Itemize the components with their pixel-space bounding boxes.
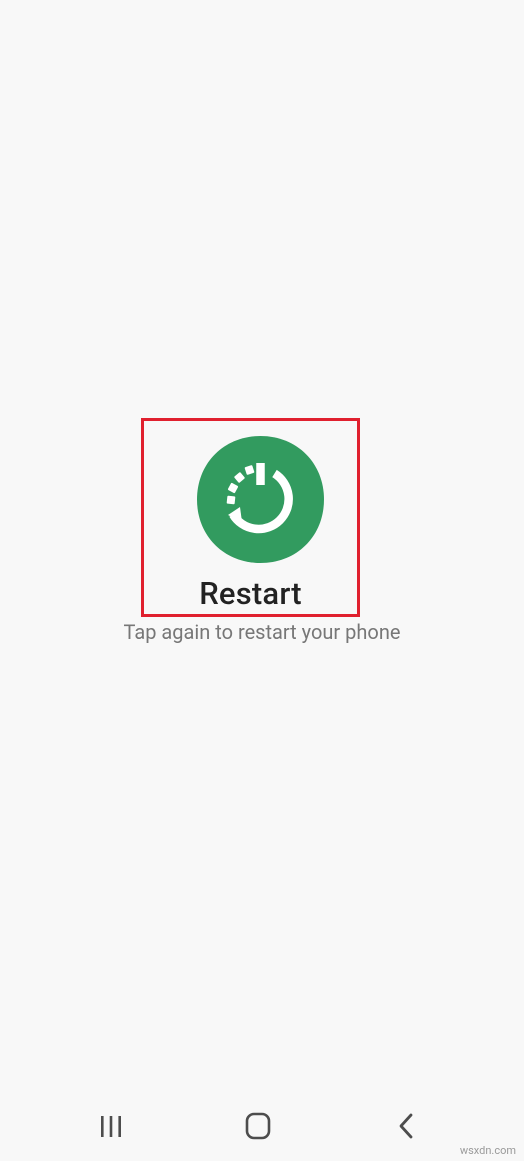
system-navigation-bar bbox=[0, 1095, 524, 1161]
home-icon[interactable] bbox=[238, 1109, 278, 1143]
recents-icon[interactable] bbox=[91, 1109, 131, 1143]
restart-button[interactable]: Restart bbox=[144, 421, 357, 614]
restart-icon bbox=[197, 436, 324, 563]
restart-hint-text: Tap again to restart your phone bbox=[123, 620, 401, 644]
back-icon[interactable] bbox=[386, 1109, 426, 1143]
restart-label: Restart bbox=[199, 575, 302, 612]
watermark: wsxdn.com bbox=[459, 1144, 516, 1157]
restart-highlight-box: Restart bbox=[141, 418, 360, 617]
restart-screen: Restart Tap again to restart your phone … bbox=[0, 0, 524, 1161]
